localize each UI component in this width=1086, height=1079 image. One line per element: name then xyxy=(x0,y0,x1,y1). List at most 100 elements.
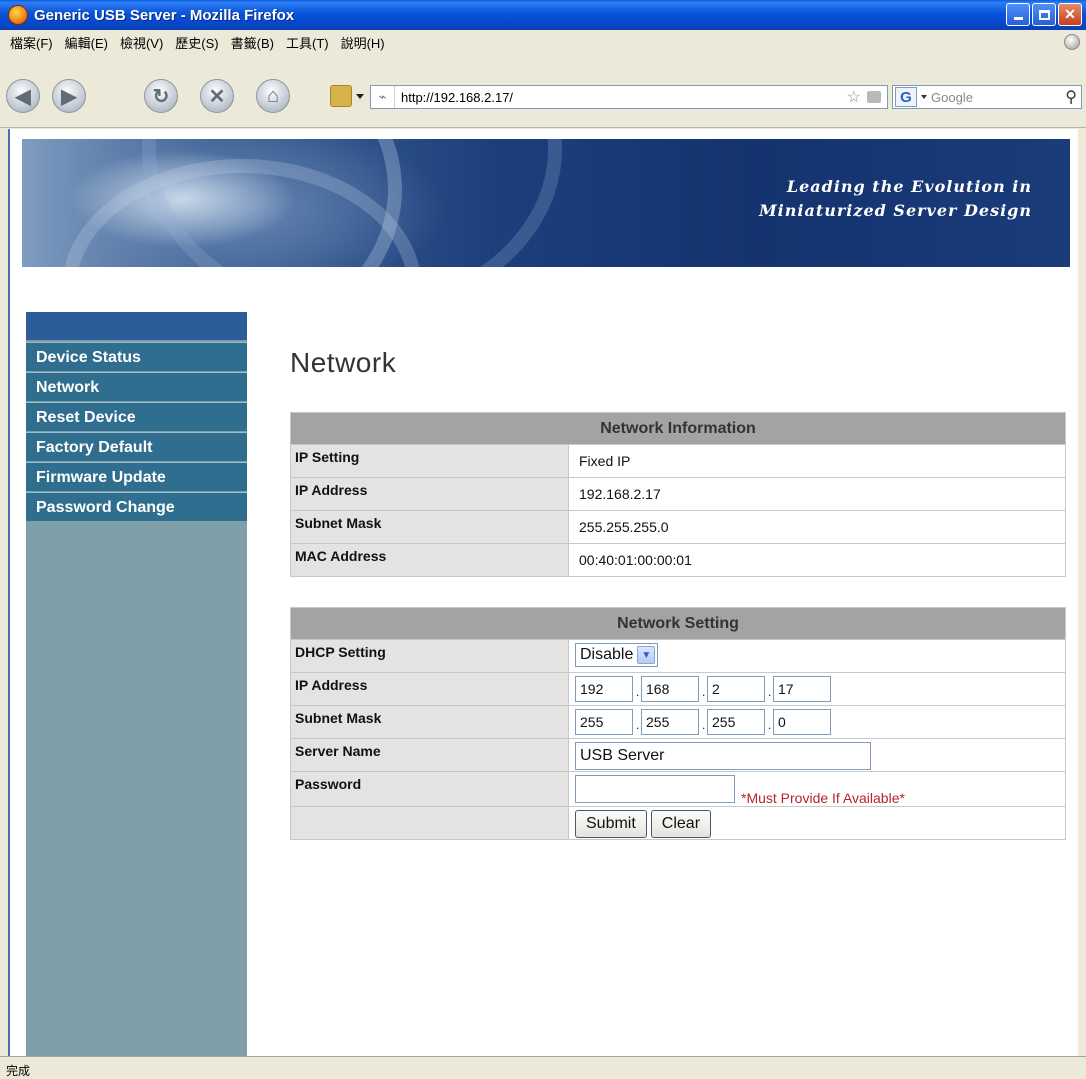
sidebar-item-factory-default[interactable]: Factory Default xyxy=(26,432,247,461)
sidebar-item-password-change[interactable]: Password Change xyxy=(26,492,247,521)
maximize-button[interactable] xyxy=(1032,3,1056,26)
home-button[interactable]: ⌂ xyxy=(256,79,290,113)
sidebar-item-network[interactable]: Network xyxy=(26,372,247,401)
row-value: 00:40:01:00:00:01 xyxy=(568,543,1066,577)
window-titlebar[interactable]: Generic USB Server - Mozilla Firefox ✕ xyxy=(0,0,1086,30)
table-header: Network Setting xyxy=(290,607,1066,640)
subnet-octet-3[interactable]: . 255 xyxy=(702,709,765,735)
ip-octet-2-value: 168 xyxy=(646,681,670,697)
minimize-icon xyxy=(1013,17,1023,20)
reload-icon: ↻ xyxy=(152,85,170,108)
reload-button[interactable]: ↻ xyxy=(144,79,178,113)
octet-separator: . xyxy=(702,718,706,732)
navigation-toolbar: ◀ ▶ ↻ ✕ ⌂ ⌁ http://192.168.2.17/ ☆ G Goo… xyxy=(0,54,1086,128)
page-icon: ⌁ xyxy=(371,86,395,108)
forward-icon: ▶ xyxy=(61,85,77,108)
row-label: IP Address xyxy=(290,477,569,511)
main-content: Network Network Information IP Setting F… xyxy=(290,347,1066,840)
menu-help[interactable]: 說明(H) xyxy=(341,33,385,52)
row-label: Subnet Mask xyxy=(290,510,569,544)
octet-separator: . xyxy=(768,718,772,732)
url-text[interactable]: http://192.168.2.17/ xyxy=(401,90,847,105)
window-edge xyxy=(1078,129,1086,1056)
banner: Leading the Evolution in Miniaturized Se… xyxy=(22,139,1070,267)
table-row: IP Address 192.168.2.17 xyxy=(290,672,1066,706)
sidebar-item-device-status[interactable]: Device Status xyxy=(26,342,247,371)
octet-separator: . xyxy=(768,685,772,699)
close-button[interactable]: ✕ xyxy=(1058,3,1082,26)
firefox-icon xyxy=(8,5,28,25)
table-row: Submit Clear xyxy=(290,806,1066,840)
table-row: MAC Address 00:40:01:00:00:01 xyxy=(290,543,1066,577)
banner-tagline-1: Leading the Evolution in xyxy=(786,177,1032,196)
menu-edit[interactable]: 編輯(E) xyxy=(65,33,108,52)
dhcp-selected-value: Disable xyxy=(580,646,634,663)
row-label: Password xyxy=(290,771,569,807)
clear-button[interactable]: Clear xyxy=(650,810,712,838)
sidebar: Device Status Network Reset Device Facto… xyxy=(26,312,247,1056)
chevron-down-icon[interactable] xyxy=(356,94,364,99)
octet-separator: . xyxy=(702,685,706,699)
sidebar-header xyxy=(26,312,247,340)
google-icon[interactable]: G xyxy=(895,87,917,107)
table-row: IP Setting Fixed IP xyxy=(290,444,1066,478)
subnet-octet-4-value: 0 xyxy=(778,714,786,730)
banner-tagline-2: Miniaturized Server Design xyxy=(758,201,1032,220)
search-engine-chevron-icon[interactable] xyxy=(921,95,927,99)
row-label: Server Name xyxy=(290,738,569,772)
chevron-down-icon[interactable]: ▼ xyxy=(637,646,656,664)
row-label: IP Setting xyxy=(290,444,569,478)
menu-view[interactable]: 檢視(V) xyxy=(120,33,163,52)
subnet-octet-4[interactable]: .0 xyxy=(768,709,831,735)
subnet-octet-1[interactable]: 255 xyxy=(575,709,633,735)
address-bar[interactable]: ⌁ http://192.168.2.17/ ☆ xyxy=(370,85,888,109)
window-title: Generic USB Server - Mozilla Firefox xyxy=(34,6,295,24)
octet-separator: . xyxy=(636,718,640,732)
status-text: 完成 xyxy=(6,1064,31,1078)
window-controls: ✕ xyxy=(1006,3,1082,26)
menu-file[interactable]: 檔案(F) xyxy=(10,33,53,52)
ip-octet-1[interactable]: 192 xyxy=(575,676,633,702)
dhcp-select[interactable]: Disable ▼ xyxy=(575,643,659,667)
subnet-octet-2[interactable]: . 255 xyxy=(636,709,699,735)
rss-icon[interactable] xyxy=(867,91,881,103)
menu-history[interactable]: 歷史(S) xyxy=(175,33,218,52)
ip-octet-3-value: 2 xyxy=(712,681,720,697)
row-value: 192.168.2.17 xyxy=(568,477,1066,511)
ip-octet-3[interactable]: .2 xyxy=(702,676,765,702)
back-button[interactable]: ◀ xyxy=(6,79,40,113)
ip-octet-4-value: 17 xyxy=(778,681,794,697)
page-viewport: Leading the Evolution in Miniaturized Se… xyxy=(8,129,1078,1056)
page-title: Network xyxy=(290,347,397,378)
search-box[interactable]: G Google ⚲ xyxy=(892,85,1082,109)
star-icon[interactable]: ☆ xyxy=(847,87,861,107)
server-name-input[interactable]: USB Server xyxy=(575,742,871,770)
ip-octet-2[interactable]: . 168 xyxy=(636,676,699,702)
table-row: DHCP Setting Disable ▼ xyxy=(290,639,1066,673)
stop-button[interactable]: ✕ xyxy=(200,79,234,113)
network-information-table: Network Information IP Setting Fixed IP … xyxy=(290,412,1066,577)
row-value: 255.255.255.0 xyxy=(568,510,1066,544)
sidebar-item-reset-device[interactable]: Reset Device xyxy=(26,402,247,431)
throbber-icon xyxy=(1064,34,1080,50)
network-setting-table: Network Setting DHCP Setting Disable ▼ I… xyxy=(290,607,1066,840)
forward-button[interactable]: ▶ xyxy=(52,79,86,113)
maximize-icon xyxy=(1038,9,1050,20)
stop-icon: ✕ xyxy=(208,85,226,108)
table-row: Server Name USB Server xyxy=(290,738,1066,772)
magnifier-icon[interactable]: ⚲ xyxy=(1065,87,1077,107)
minimize-button[interactable] xyxy=(1006,3,1030,26)
row-label xyxy=(290,806,569,840)
table-row: Subnet Mask 255.255.255.0 xyxy=(290,510,1066,544)
search-placeholder: Google xyxy=(931,89,973,105)
password-input[interactable] xyxy=(575,775,735,803)
sidebar-item-firmware-update[interactable]: Firmware Update xyxy=(26,462,247,491)
submit-button[interactable]: Submit xyxy=(575,810,647,838)
menu-tools[interactable]: 工具(T) xyxy=(286,33,329,52)
menu-bookmarks[interactable]: 書籤(B) xyxy=(231,33,274,52)
row-label: IP Address xyxy=(290,672,569,706)
menu-bar: 檔案(F) 編輯(E) 檢視(V) 歷史(S) 書籤(B) 工具(T) 說明(H… xyxy=(0,30,1086,54)
ip-octet-4[interactable]: . 17 xyxy=(768,676,831,702)
bookmark-icon[interactable] xyxy=(330,85,352,107)
row-label: Subnet Mask xyxy=(290,705,569,739)
